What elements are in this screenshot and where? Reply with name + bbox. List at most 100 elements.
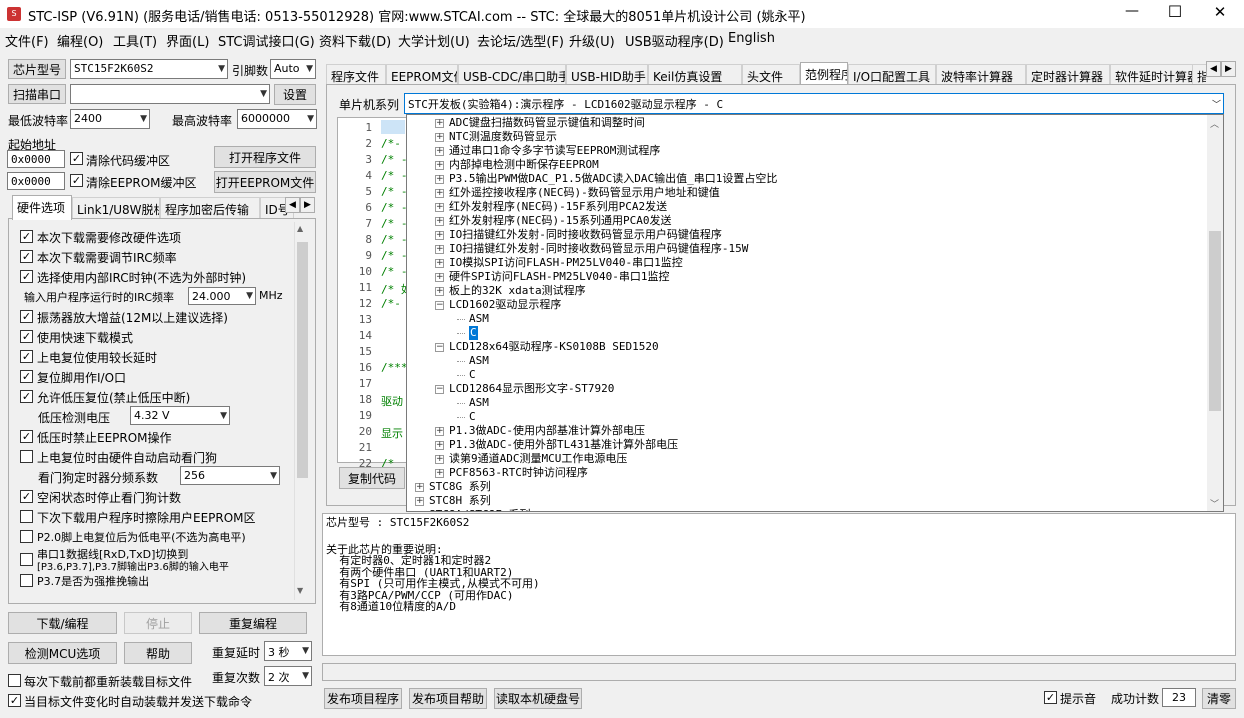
download-button[interactable]: 下载/编程 — [8, 612, 117, 634]
clear-count-button[interactable]: 清零 — [1202, 688, 1236, 709]
tree-item[interactable]: 红外发射程序(NEC码)-15F系列用PCA2发送 — [449, 200, 667, 214]
scroll-thumb[interactable] — [1209, 231, 1221, 411]
tree-item[interactable]: 红外遥控接收程序(NEC码)-数码管显示用户地址和键值 — [449, 186, 720, 200]
checkbox[interactable]: ✓ — [20, 430, 33, 443]
tab-right-6[interactable]: 范例程序 — [800, 62, 848, 84]
watchdog-divider-select[interactable]: 256 ▼ — [180, 466, 280, 485]
tab-right-11[interactable]: 指 — [1192, 64, 1206, 84]
tree-item[interactable]: NTC测温度数码管显示 — [449, 130, 557, 144]
pins-select[interactable]: Auto ▼ — [270, 59, 316, 79]
checkbox[interactable]: ✓ — [20, 490, 33, 503]
checkbox[interactable] — [20, 553, 33, 566]
tab-left-1[interactable]: Link1/U8W脱机 — [72, 197, 160, 219]
checkbox[interactable]: ✓ — [20, 390, 33, 403]
help-button[interactable]: 帮助 — [124, 642, 192, 664]
tree-scrollbar[interactable]: ︿ ﹀ — [1207, 115, 1223, 511]
menu-item[interactable]: 界面(L) — [166, 31, 209, 50]
hw-scrollbar[interactable]: ▲ ▼ — [294, 222, 309, 600]
checkbox[interactable]: ✓ — [20, 330, 33, 343]
menu-item[interactable]: 工具(T) — [113, 31, 157, 50]
scan-port-button[interactable]: 扫描串口 — [8, 84, 66, 104]
maximize-button[interactable]: ☐ — [1155, 2, 1195, 21]
tab-right-0[interactable]: 程序文件 — [326, 64, 386, 84]
eeprom-address-field[interactable]: 0x0000 — [7, 172, 65, 190]
expand-icon[interactable]: + — [435, 217, 444, 226]
expand-icon[interactable]: + — [435, 245, 444, 254]
expand-icon[interactable]: + — [435, 133, 444, 142]
mcu-series-select[interactable]: STC开发板(实验箱4):演示程序 - LCD1602驱动显示程序 - C ﹀ — [404, 93, 1224, 114]
clear-code-checkbox[interactable]: ✓ — [70, 152, 83, 165]
collapse-icon[interactable]: − — [435, 385, 444, 394]
tab-scroll-right[interactable]: ▶ — [300, 197, 315, 213]
reprogram-button[interactable]: 重复编程 — [199, 612, 307, 634]
menu-item[interactable]: 文件(F) — [5, 31, 49, 50]
collapse-icon[interactable]: − — [435, 301, 444, 310]
reload-checkbox[interactable] — [8, 674, 21, 687]
right-tab-scroll-right[interactable]: ▶ — [1221, 61, 1236, 77]
expand-icon[interactable]: + — [416, 511, 424, 512]
checkbox[interactable]: ✓ — [20, 350, 33, 363]
tab-right-7[interactable]: I/O口配置工具 — [848, 64, 936, 84]
detect-mcu-button[interactable]: 检测MCU选项 — [8, 642, 117, 664]
tab-right-3[interactable]: USB-HID助手 — [566, 64, 648, 84]
open-program-button[interactable]: 打开程序文件 — [214, 146, 316, 168]
expand-icon[interactable]: + — [435, 469, 444, 478]
chip-type-select[interactable]: STC15F2K60S2 ▼ — [70, 59, 228, 79]
beep-checkbox[interactable]: ✓ — [1044, 691, 1057, 704]
tree-item[interactable]: C — [469, 410, 476, 424]
menu-item[interactable]: English — [728, 31, 775, 46]
tree-item[interactable]: P3.5输出PWM做DAC_P1.5做ADC读入DAC输出值_串口1设置占空比 — [449, 172, 777, 186]
tree-item[interactable]: C — [469, 326, 478, 340]
tree-item[interactable]: PCF8563-RTC时钟访问程序 — [449, 466, 588, 480]
tree-item[interactable]: LCD128x64驱动程序-KS0108B SED1520 — [449, 340, 659, 354]
copy-code-button[interactable]: 复制代码 — [339, 467, 405, 489]
menu-item[interactable]: 大学计划(U) — [398, 31, 470, 50]
irc-frequency-select[interactable]: 24.000 ▼ — [188, 287, 256, 305]
open-eeprom-button[interactable]: 打开EEPROM文件 — [214, 171, 316, 193]
tree-item[interactable]: STC8A/STC8F 系列 — [429, 508, 530, 511]
max-baud-select[interactable]: 6000000 ▼ — [237, 109, 317, 129]
expand-icon[interactable]: + — [435, 427, 444, 436]
checkbox[interactable]: ✓ — [20, 310, 33, 323]
tree-item[interactable]: ASM — [469, 354, 489, 368]
right-tab-scroll-left[interactable]: ◀ — [1206, 61, 1221, 77]
tree-item[interactable]: STC8G 系列 — [429, 480, 491, 494]
tree-item[interactable]: ADC键盘扫描数码管显示键值和调整时间 — [449, 116, 645, 130]
tab-right-1[interactable]: EEPROM文件 — [386, 64, 458, 84]
tab-left-0[interactable]: 硬件选项 — [12, 195, 72, 220]
menu-item[interactable]: 去论坛/选型(F) — [477, 31, 564, 50]
expand-icon[interactable]: + — [435, 455, 444, 464]
expand-icon[interactable]: + — [435, 147, 444, 156]
tree-item[interactable]: 读第9通道ADC测量MCU工作电源电压 — [449, 452, 627, 466]
close-button[interactable]: ✕ — [1200, 3, 1240, 21]
tree-item[interactable]: IO扫描键红外发射-同时接收数码管显示用户码键值程序 — [449, 228, 722, 242]
tab-right-4[interactable]: Keil仿真设置 — [648, 64, 742, 84]
tree-item[interactable]: ASM — [469, 396, 489, 410]
repeat-count-select[interactable]: 2 次 ▼ — [264, 666, 312, 686]
checkbox[interactable]: ✓ — [20, 270, 33, 283]
tree-item[interactable]: 通过串口1命令多字节读写EEPROM测试程序 — [449, 144, 660, 158]
auto-send-checkbox[interactable]: ✓ — [8, 694, 21, 707]
low-voltage-select[interactable]: 4.32 V ▼ — [130, 406, 230, 425]
minimize-button[interactable]: — — [1112, 3, 1152, 19]
expand-icon[interactable]: + — [435, 287, 444, 296]
expand-icon[interactable]: + — [435, 119, 444, 128]
stop-button[interactable]: 停止 — [124, 612, 192, 634]
tab-right-2[interactable]: USB-CDC/串口助手 — [458, 64, 566, 84]
tree-item[interactable]: IO模拟SPI访问FLASH-PM25LV040-串口1监控 — [449, 256, 683, 270]
min-baud-select[interactable]: 2400 ▼ — [70, 109, 150, 129]
read-disk-button[interactable]: 读取本机硬盘号 — [494, 688, 582, 709]
menu-item[interactable]: 资料下载(D) — [319, 31, 391, 50]
expand-icon[interactable]: + — [415, 483, 424, 492]
menu-item[interactable]: 升级(U) — [569, 31, 615, 50]
checkbox[interactable] — [20, 450, 33, 463]
port-select[interactable]: ▼ — [70, 84, 270, 104]
settings-button[interactable]: 设置 — [274, 84, 316, 105]
scroll-down-icon[interactable]: ﹀ — [1210, 497, 1219, 510]
tab-right-9[interactable]: 定时器计算器 — [1026, 64, 1110, 84]
expand-icon[interactable]: + — [435, 189, 444, 198]
repeat-delay-select[interactable]: 3 秒 ▼ — [264, 641, 312, 661]
collapse-icon[interactable]: − — [435, 343, 444, 352]
tree-item[interactable]: 硬件SPI访问FLASH-PM25LV040-串口1监控 — [449, 270, 669, 284]
tree-item[interactable]: P1.3做ADC-使用外部TL431基准计算外部电压 — [449, 438, 678, 452]
